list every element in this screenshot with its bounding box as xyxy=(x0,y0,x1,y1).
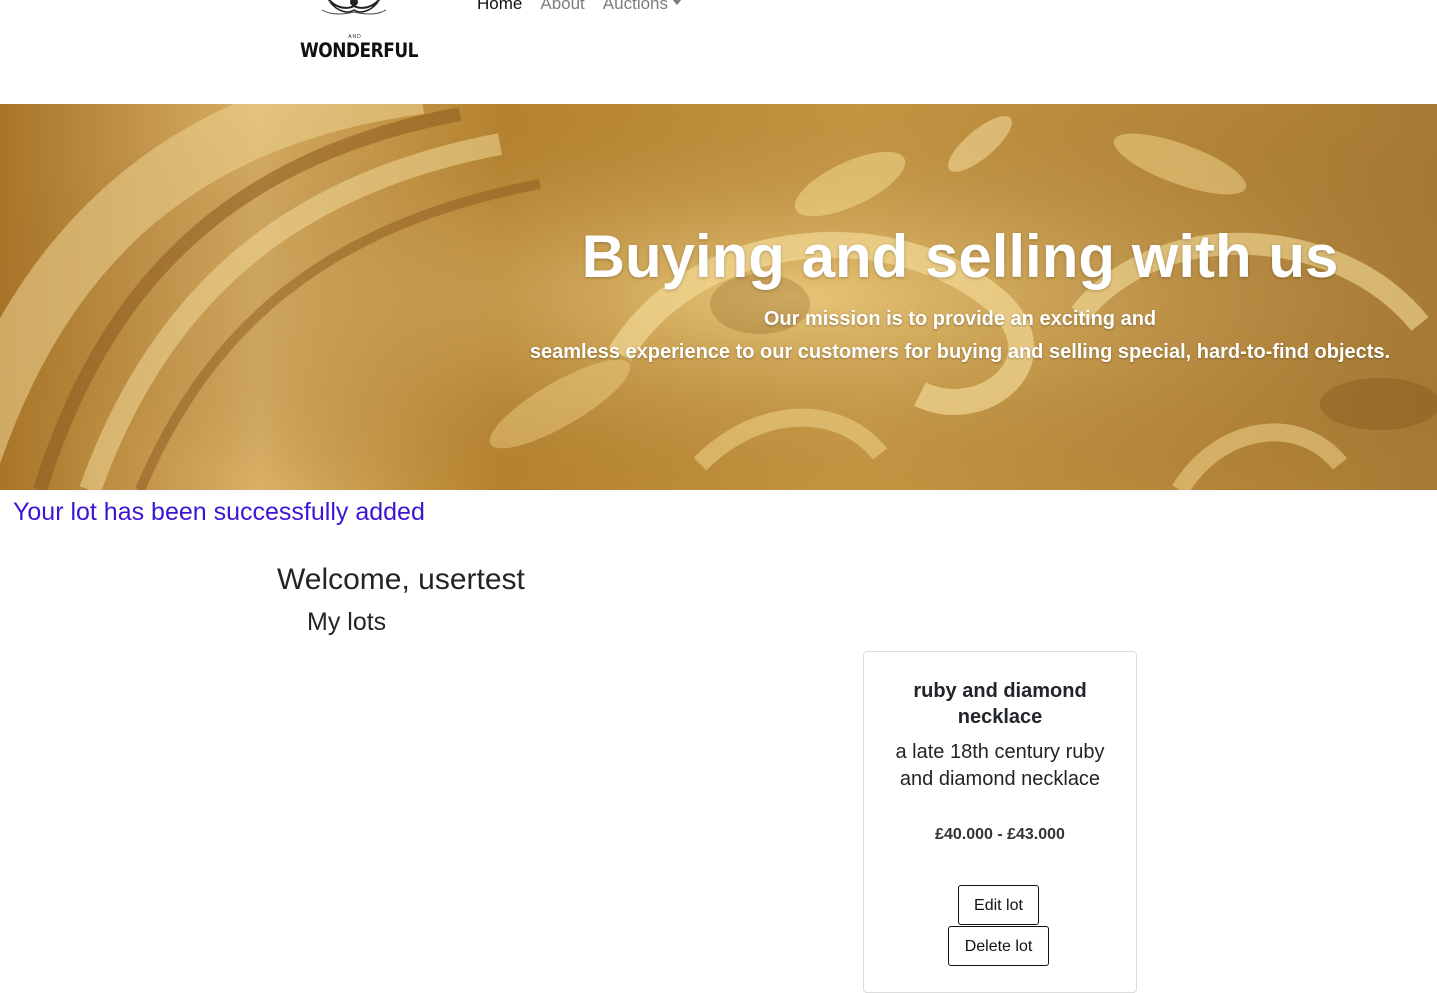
lot-title: ruby and diamond necklace xyxy=(913,680,1087,728)
caret-down-icon xyxy=(672,0,682,5)
hero-banner: Buying and selling with us Our mission i… xyxy=(0,104,1437,490)
nav-auctions-dropdown[interactable]: Auctions xyxy=(603,0,682,18)
success-message: Your lot has been successfully added xyxy=(13,498,425,526)
hero-background-image xyxy=(0,104,1437,490)
navbar: AND WONDERFUL Home About Auctions xyxy=(0,0,1437,104)
hero-subtitle-line2: seamless experience to our customers for… xyxy=(529,341,1391,363)
edit-lot-button[interactable]: Edit lot xyxy=(958,885,1039,925)
nav-about-link[interactable]: About xyxy=(540,0,584,18)
logo-emblem-icon xyxy=(321,0,387,15)
hero-title: Buying and selling with us xyxy=(581,223,1339,290)
lot-card: ruby and diamond necklace a late 18th ce… xyxy=(863,651,1137,993)
brand-logo[interactable]: AND WONDERFUL xyxy=(300,0,419,70)
main-nav: Home About Auctions xyxy=(477,0,700,18)
lot-price-range: £40.000 - £43.000 xyxy=(935,826,1065,843)
hero-subtitle-line1: Our mission is to provide an exciting an… xyxy=(763,308,1157,330)
nav-home-link[interactable]: Home xyxy=(477,0,522,18)
welcome-heading: Welcome, usertest xyxy=(277,563,525,596)
delete-lot-button[interactable]: Delete lot xyxy=(948,926,1049,966)
lot-description: a late 18th century ruby and diamond nec… xyxy=(895,741,1105,790)
nav-auctions-label: Auctions xyxy=(602,0,668,13)
logo-wordmark: WONDERFUL xyxy=(300,39,419,63)
my-lots-heading: My lots xyxy=(307,608,387,636)
